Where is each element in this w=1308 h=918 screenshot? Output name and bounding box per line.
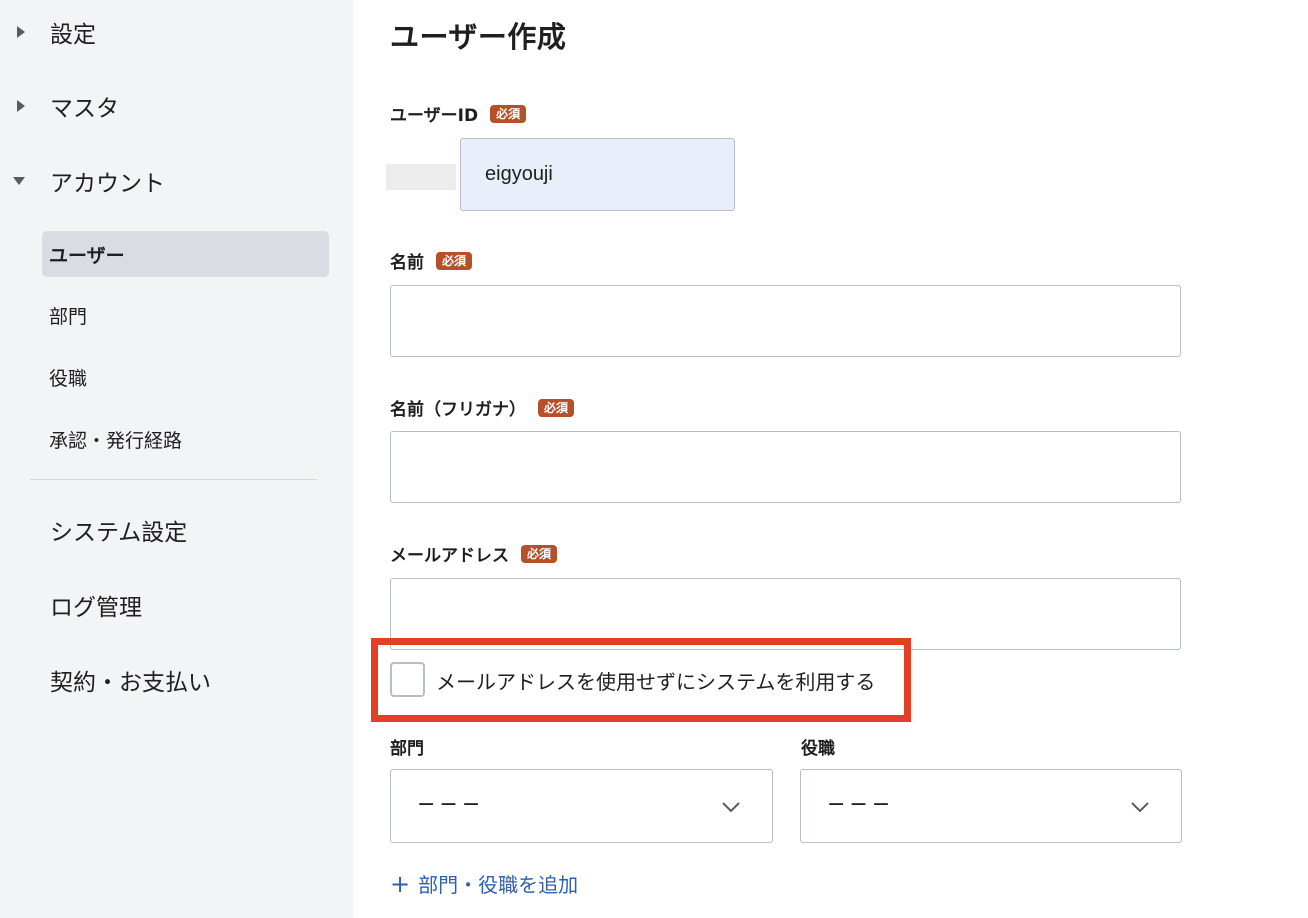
chevron-down-icon	[722, 802, 740, 813]
department-label: 部門	[390, 739, 424, 759]
sidebar-item-label: 承認・発行経路	[49, 429, 183, 452]
add-department-position-link[interactable]: + 部門・役職を追加	[390, 869, 578, 898]
sidebar-item-contract-payment[interactable]: 契約・お支払い	[50, 663, 211, 697]
add-link-label: 部門・役職を追加	[418, 873, 579, 897]
sidebar-item-approval-routes[interactable]: 承認・発行経路	[42, 416, 329, 462]
nav-group-label: アカウント	[50, 171, 165, 197]
position-label: 役職	[801, 739, 835, 759]
plus-icon: +	[390, 869, 411, 898]
required-badge: 必須	[521, 544, 558, 563]
name-input[interactable]	[390, 285, 1181, 357]
main-content: ユーザー作成 ユーザーID 必須 eigyouji 名前 必須 名前（フリガナ）…	[353, 0, 1308, 918]
caret-down-icon	[13, 177, 25, 185]
sidebar-divider	[30, 479, 317, 480]
required-badge: 必須	[490, 104, 527, 123]
sidebar-item-label: 役職	[49, 367, 88, 390]
nav-group-settings[interactable]: 設定	[0, 12, 353, 52]
field-label-text: ユーザーID	[390, 106, 479, 126]
sidebar-item-label: 部門	[49, 305, 88, 328]
sidebar-item-label: ユーザー	[49, 244, 125, 267]
user-id-label: ユーザーID 必須	[390, 101, 527, 126]
no-email-checkbox[interactable]	[390, 662, 425, 697]
select-value: −−−	[827, 792, 895, 817]
caret-right-icon	[17, 26, 25, 38]
page-title: ユーザー作成	[390, 20, 567, 54]
required-badge: 必須	[436, 251, 473, 270]
sidebar-item-departments[interactable]: 部門	[42, 292, 329, 338]
name-label: 名前 必須	[390, 248, 473, 273]
sidebar-item-log-management[interactable]: ログ管理	[50, 588, 142, 622]
chevron-down-icon	[1131, 802, 1149, 813]
sidebar-item-positions[interactable]: 役職	[42, 354, 329, 400]
user-id-input[interactable]: eigyouji	[460, 138, 735, 211]
user-id-prefix	[386, 164, 456, 190]
nav-group-master[interactable]: マスタ	[0, 86, 353, 126]
field-label-text: 名前	[390, 253, 424, 273]
field-label-text: 名前（フリガナ）	[390, 400, 526, 420]
name-kana-label: 名前（フリガナ） 必須	[390, 395, 575, 420]
caret-right-icon	[17, 100, 25, 112]
required-badge: 必須	[538, 398, 575, 417]
sidebar: 設定 マスタ アカウント ユーザー 部門 役職 承認・発行経路 システム設定 ロ…	[0, 0, 353, 918]
field-label-text: メールアドレス	[390, 546, 509, 566]
position-select[interactable]: −−−	[800, 769, 1182, 843]
department-select[interactable]: −−−	[390, 769, 773, 843]
select-value: −−−	[417, 792, 485, 817]
nav-group-account[interactable]: アカウント	[0, 161, 353, 201]
no-email-checkbox-label[interactable]: メールアドレスを使用せずにシステムを利用する	[436, 666, 875, 695]
nav-group-label: マスタ	[50, 96, 119, 122]
sidebar-item-system-settings[interactable]: システム設定	[50, 513, 187, 547]
nav-group-label: 設定	[50, 22, 96, 48]
email-label: メールアドレス 必須	[390, 541, 558, 566]
sidebar-item-users[interactable]: ユーザー	[42, 231, 329, 277]
name-kana-input[interactable]	[390, 431, 1181, 503]
